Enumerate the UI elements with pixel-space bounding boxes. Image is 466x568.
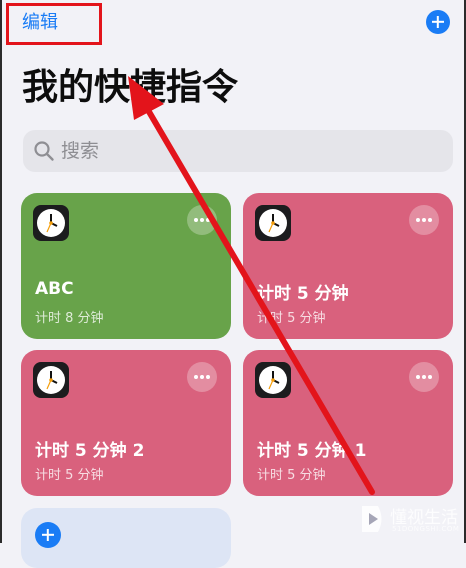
plus-icon [35, 522, 61, 548]
shortcut-card[interactable]: 计时 5 分钟 计时 5 分钟 [243, 193, 453, 339]
clock-icon [33, 205, 69, 241]
shortcut-subtitle: 计时 5 分钟 [257, 468, 326, 483]
plus-icon[interactable] [426, 10, 450, 34]
shortcut-card[interactable]: 计时 5 分钟 1 计时 5 分钟 [243, 350, 453, 496]
annotation-highlight-box [6, 3, 102, 45]
left-edge [0, 0, 2, 543]
shortcut-name: 计时 5 分钟 1 [257, 441, 367, 461]
shortcut-subtitle: 计时 8 分钟 [35, 311, 104, 326]
search-bar[interactable]: 搜索 [23, 130, 453, 172]
watermark-logo: 懂视生活 51DONGSHI.COM [360, 501, 460, 539]
more-icon[interactable] [187, 362, 217, 392]
shortcut-name: ABC [35, 279, 74, 299]
shortcut-card[interactable]: 计时 5 分钟 2 计时 5 分钟 [21, 350, 231, 496]
page-title: 我的快捷指令 [22, 67, 239, 108]
more-icon[interactable] [187, 205, 217, 235]
more-icon[interactable] [409, 205, 439, 235]
shortcut-name: 计时 5 分钟 [257, 284, 349, 304]
shortcut-subtitle: 计时 5 分钟 [257, 311, 326, 326]
shortcut-name: 计时 5 分钟 2 [35, 441, 145, 461]
clock-icon [33, 362, 69, 398]
shortcut-subtitle: 计时 5 分钟 [35, 468, 104, 483]
magnifier-icon [34, 141, 54, 161]
shortcut-card[interactable]: ABC 计时 8 分钟 [21, 193, 231, 339]
more-icon[interactable] [409, 362, 439, 392]
create-shortcut-card[interactable] [21, 508, 231, 568]
clock-icon [255, 205, 291, 241]
clock-icon [255, 362, 291, 398]
search-input[interactable]: 搜索 [61, 130, 99, 172]
